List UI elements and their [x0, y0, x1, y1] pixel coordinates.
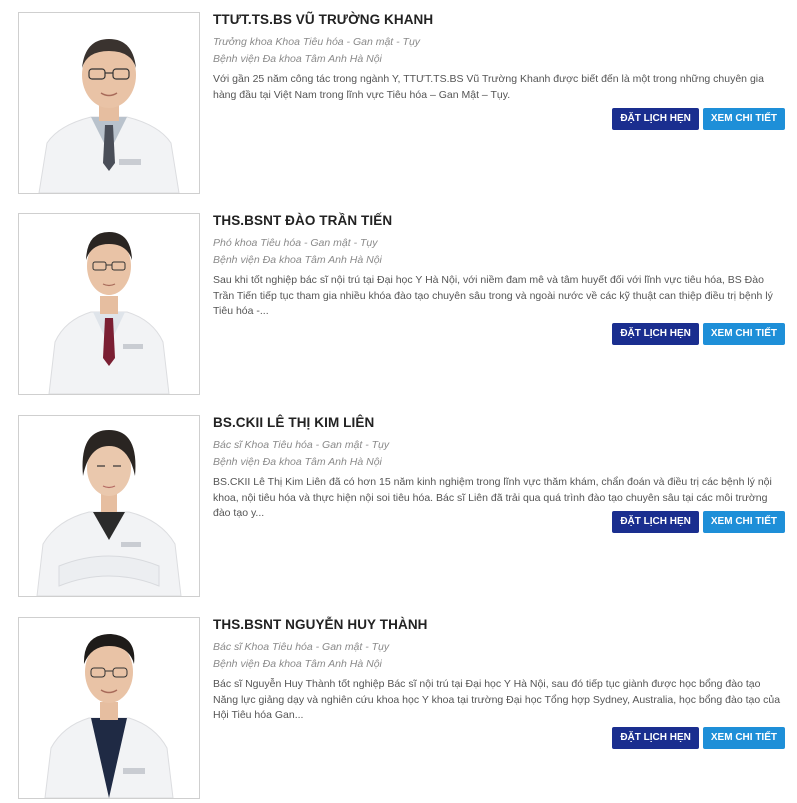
doctor-info: TTƯT.TS.BS VŨ TRƯỜNG KHANH Trưởng khoa K…	[213, 12, 785, 103]
view-details-button[interactable]: XEM CHI TIẾT	[702, 108, 785, 130]
doctor-photo[interactable]	[18, 415, 200, 597]
doctor-role: Phó khoa Tiêu hóa - Gan mật - Tụy	[213, 237, 378, 249]
doctor-portrait-image	[19, 618, 199, 798]
doctor-actions: ĐẶT LỊCH HẸN XEM CHI TIẾT	[612, 323, 785, 345]
doctor-description: Sau khi tốt nghiệp bác sĩ nội trú tại Đạ…	[213, 274, 773, 317]
doctor-photo[interactable]	[18, 617, 200, 799]
doctor-name[interactable]: TTƯT.TS.BS VŨ TRƯỜNG KHANH	[213, 12, 785, 28]
doctor-name[interactable]: THS.BSNT NGUYỄN HUY THÀNH	[213, 617, 785, 633]
doctor-role: Bác sĩ Khoa Tiêu hóa - Gan mật - Tụy	[213, 439, 390, 451]
doctor-portrait-image	[19, 416, 199, 596]
doctor-card: THS.BSNT NGUYỄN HUY THÀNH Bác sĩ Khoa Ti…	[0, 617, 797, 799]
doctor-name[interactable]: THS.BSNT ĐÀO TRẦN TIẾN	[213, 213, 785, 229]
doctor-actions: ĐẶT LỊCH HẸN XEM CHI TIẾT	[612, 511, 785, 533]
book-appointment-button[interactable]: ĐẶT LỊCH HẸN	[612, 108, 699, 130]
doctor-portrait-image	[19, 13, 199, 193]
book-appointment-button[interactable]: ĐẶT LỊCH HẸN	[612, 323, 699, 345]
doctor-hospital: Bệnh viện Đa khoa Tâm Anh Hà Nội	[213, 456, 382, 468]
doctor-hospital: Bệnh viện Đa khoa Tâm Anh Hà Nội	[213, 53, 382, 65]
doctor-info: BS.CKII LÊ THỊ KIM LIÊN Bác sĩ Khoa Tiêu…	[213, 415, 785, 522]
view-details-button[interactable]: XEM CHI TIẾT	[702, 727, 785, 749]
doctor-name[interactable]: BS.CKII LÊ THỊ KIM LIÊN	[213, 415, 785, 431]
doctor-card: THS.BSNT ĐÀO TRẦN TIẾN Phó khoa Tiêu hóa…	[0, 213, 797, 395]
doctor-actions: ĐẶT LỊCH HẸN XEM CHI TIẾT	[612, 108, 785, 130]
doctor-photo[interactable]	[18, 213, 200, 395]
doctor-photo[interactable]	[18, 12, 200, 194]
view-details-button[interactable]: XEM CHI TIẾT	[702, 511, 785, 533]
doctor-description: Với gần 25 năm công tác trong ngành Y, T…	[213, 73, 764, 101]
doctor-list: TTƯT.TS.BS VŨ TRƯỜNG KHANH Trưởng khoa K…	[0, 0, 797, 803]
doctor-card: BS.CKII LÊ THỊ KIM LIÊN Bác sĩ Khoa Tiêu…	[0, 415, 797, 597]
book-appointment-button[interactable]: ĐẶT LỊCH HẸN	[612, 727, 699, 749]
doctor-hospital: Bệnh viện Đa khoa Tâm Anh Hà Nội	[213, 658, 382, 670]
doctor-role: Bác sĩ Khoa Tiêu hóa - Gan mật - Tụy	[213, 641, 390, 653]
doctor-card: TTƯT.TS.BS VŨ TRƯỜNG KHANH Trưởng khoa K…	[0, 12, 797, 194]
doctor-description: Bác sĩ Nguyễn Huy Thành tốt nghiệp Bác s…	[213, 678, 781, 721]
doctor-role: Trưởng khoa Khoa Tiêu hóa - Gan mật - Tụ…	[213, 36, 421, 48]
book-appointment-button[interactable]: ĐẶT LỊCH HẸN	[612, 511, 699, 533]
doctor-info: THS.BSNT ĐÀO TRẦN TIẾN Phó khoa Tiêu hóa…	[213, 213, 785, 320]
doctor-actions: ĐẶT LỊCH HẸN XEM CHI TIẾT	[612, 727, 785, 749]
doctor-hospital: Bệnh viện Đa khoa Tâm Anh Hà Nội	[213, 254, 382, 266]
doctor-portrait-image	[19, 214, 199, 394]
view-details-button[interactable]: XEM CHI TIẾT	[702, 323, 785, 345]
doctor-info: THS.BSNT NGUYỄN HUY THÀNH Bác sĩ Khoa Ti…	[213, 617, 785, 724]
